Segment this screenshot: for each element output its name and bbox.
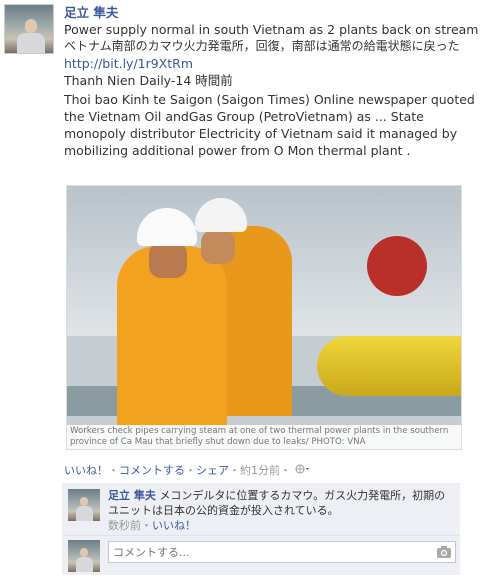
- comment: 足立 隼夫 メコンデルタに位置するカマウ。ガス火力発電所，初期のユニットは日本の…: [108, 489, 446, 532]
- author-avatar[interactable]: [4, 4, 54, 54]
- comment-input[interactable]: [108, 541, 456, 563]
- post-source: Thanh Nien Daily-14 時間前: [64, 73, 233, 88]
- comment-divider: [62, 535, 460, 536]
- comment-section: 足立 隼夫 メコンデルタに位置するカマウ。ガス火力発電所，初期のユニットは日本の…: [62, 483, 460, 575]
- post-line-1: Power supply normal in south Vietnam as …: [64, 22, 479, 37]
- comment-like-link[interactable]: いいね！: [152, 519, 196, 532]
- post-author[interactable]: 足立 隼夫: [64, 4, 482, 21]
- comment-author[interactable]: 足立 隼夫: [108, 489, 156, 502]
- post-actions: いいね！・コメントする・シェア・約1分前・: [64, 462, 311, 478]
- post-snippet: Thoi bao Kinh te Saigon (Saigon Times) O…: [64, 92, 475, 158]
- commenter-avatar[interactable]: [68, 489, 100, 521]
- comment-time[interactable]: 数秒前: [108, 519, 141, 532]
- photo-caption: Workers check pipes carrying steam at on…: [67, 425, 461, 449]
- post-link[interactable]: http://bit.ly/1r9XtRm: [64, 55, 482, 72]
- globe-icon[interactable]: [291, 464, 311, 477]
- post-photo[interactable]: Workers check pipes carrying steam at on…: [66, 185, 462, 450]
- camera-icon[interactable]: [436, 544, 452, 558]
- current-user-avatar: [68, 540, 100, 572]
- share-link[interactable]: シェア: [196, 464, 229, 477]
- comment-link[interactable]: コメントする: [119, 464, 185, 477]
- post: 足立 隼夫 Power supply normal in south Vietn…: [64, 4, 482, 159]
- post-line-2: ベトナム南部のカマウ火力発電所，回復，南部は通常の給電状態に戻った: [64, 39, 460, 53]
- like-link[interactable]: いいね！: [64, 464, 108, 477]
- post-time[interactable]: 約1分前: [240, 464, 280, 477]
- comment-text: メコンデルタに位置するカマウ。ガス火力発電所，初期のユニットは日本の公的資金が投…: [108, 489, 446, 517]
